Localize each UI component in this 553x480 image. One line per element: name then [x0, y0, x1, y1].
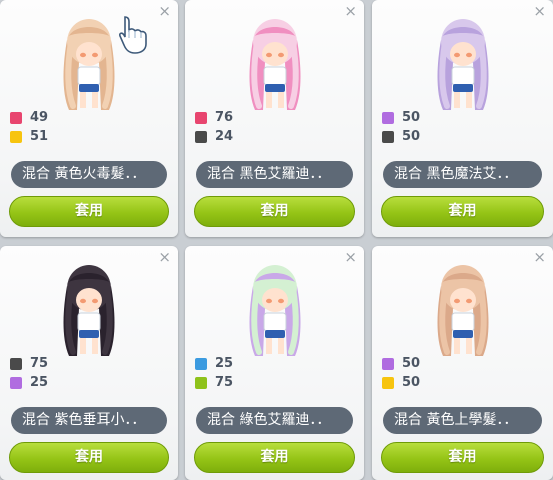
hair-name-label: 混合 紫色垂耳小．．: [11, 407, 167, 434]
color-swatch: [195, 376, 207, 389]
apply-button[interactable]: 套用: [194, 196, 355, 227]
mix-percent: 25: [30, 375, 49, 390]
apply-button[interactable]: 套用: [9, 196, 169, 227]
hair-card: × 50 50 混合 黃色上學髮．． 套用: [372, 246, 553, 480]
mix-stat: 50: [382, 354, 420, 373]
mix-percent: 50: [402, 356, 421, 371]
color-swatch: [195, 111, 207, 124]
mix-percent: 24: [215, 129, 234, 144]
character-avatar: [239, 12, 311, 122]
color-swatch: [10, 130, 22, 143]
mix-stat: 24: [195, 127, 233, 146]
mix-percent: 50: [402, 110, 421, 125]
mix-stat: 25: [10, 373, 48, 392]
mix-stat: 76: [195, 108, 233, 127]
mix-stats: 76 24: [195, 108, 233, 146]
mix-percent: 75: [215, 375, 234, 390]
color-swatch: [195, 357, 207, 370]
mix-stat: 50: [382, 373, 420, 392]
color-swatch: [382, 130, 394, 143]
mix-stat: 49: [10, 108, 48, 127]
character-avatar: [239, 258, 311, 368]
mix-stat: 75: [195, 373, 233, 392]
close-icon[interactable]: ×: [533, 250, 546, 265]
hair-card: × 25 75 混合 綠色艾羅迪．． 套用: [185, 246, 364, 480]
mix-percent: 49: [30, 110, 49, 125]
mix-stat: 51: [10, 127, 48, 146]
mix-percent: 76: [215, 110, 234, 125]
mix-stats: 50 50: [382, 354, 420, 392]
apply-button[interactable]: 套用: [9, 442, 169, 473]
mix-percent: 75: [30, 356, 49, 371]
hand-cursor-icon: [116, 14, 154, 56]
hair-card: × 50 50 混合 黑色魔法艾．． 套用: [372, 0, 553, 237]
character-avatar: [427, 12, 499, 122]
mix-percent: 50: [402, 129, 421, 144]
character-avatar: [53, 12, 125, 122]
mix-stats: 25 75: [195, 354, 233, 392]
hair-name-label: 混合 黑色魔法艾．．: [383, 161, 542, 188]
mix-stat: 75: [10, 354, 48, 373]
color-swatch: [10, 357, 22, 370]
hair-name-label: 混合 黃色火毒髮．．: [11, 161, 167, 188]
mix-stat: 25: [195, 354, 233, 373]
apply-button[interactable]: 套用: [381, 196, 544, 227]
character-avatar: [427, 258, 499, 368]
hair-card: × 76 24 混合 黑色艾羅迪．． 套用: [185, 0, 364, 237]
apply-button[interactable]: 套用: [194, 442, 355, 473]
color-swatch: [382, 357, 394, 370]
hair-card: × 75 25 混合 紫色垂耳小．． 套用: [0, 246, 178, 480]
mix-stats: 50 50: [382, 108, 420, 146]
mix-stats: 75 25: [10, 354, 48, 392]
mix-stat: 50: [382, 108, 420, 127]
mix-percent: 51: [30, 129, 49, 144]
color-swatch: [10, 111, 22, 124]
hair-name-label: 混合 綠色艾羅迪．．: [196, 407, 353, 434]
mix-percent: 25: [215, 356, 234, 371]
color-swatch: [382, 111, 394, 124]
color-swatch: [195, 130, 207, 143]
mix-stats: 49 51: [10, 108, 48, 146]
close-icon[interactable]: ×: [344, 250, 357, 265]
mix-stat: 50: [382, 127, 420, 146]
color-swatch: [10, 376, 22, 389]
hair-name-label: 混合 黃色上學髮．．: [383, 407, 542, 434]
mix-percent: 50: [402, 375, 421, 390]
close-icon[interactable]: ×: [158, 250, 171, 265]
apply-button[interactable]: 套用: [381, 442, 544, 473]
close-icon[interactable]: ×: [158, 4, 171, 19]
color-swatch: [382, 376, 394, 389]
close-icon[interactable]: ×: [344, 4, 357, 19]
close-icon[interactable]: ×: [533, 4, 546, 19]
character-avatar: [53, 258, 125, 368]
hair-name-label: 混合 黑色艾羅迪．．: [196, 161, 353, 188]
